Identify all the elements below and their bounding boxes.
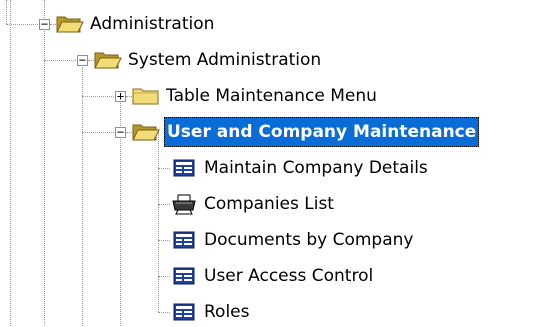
- tree-item-user-and-company-maintenance[interactable]: User and Company Maintenance: [164, 117, 480, 147]
- tree-item-maintain-company-details[interactable]: Maintain Company Details: [202, 153, 430, 183]
- folder-closed-icon[interactable]: [132, 85, 160, 107]
- form-icon[interactable]: [170, 157, 198, 179]
- tree-view[interactable]: − Administration − System Administration + Ta…: [0, 0, 547, 326]
- tree-guide-line: [158, 132, 159, 312]
- tree-guide-line: [10, 0, 11, 326]
- tree-guide-line: [6, 0, 7, 24]
- tree-item-user-access-control[interactable]: User Access Control: [202, 261, 375, 291]
- collapse-toggle-administration[interactable]: −: [39, 18, 50, 30]
- tree-item-companies-list[interactable]: Companies List: [202, 189, 336, 219]
- tree-item-documents-by-company[interactable]: Documents by Company: [202, 225, 415, 255]
- tree-connector: [158, 276, 170, 277]
- tree-connector: [44, 60, 76, 61]
- tree-item-administration[interactable]: Administration: [88, 9, 216, 39]
- tree-connector: [158, 168, 170, 169]
- tree-connector: [158, 240, 170, 241]
- tree-item-system-administration[interactable]: System Administration: [126, 45, 323, 75]
- tree-guide-line: [82, 60, 83, 326]
- form-icon[interactable]: [170, 229, 198, 251]
- tree-item-table-maintenance-menu[interactable]: Table Maintenance Menu: [164, 81, 379, 111]
- form-icon[interactable]: [170, 265, 198, 287]
- tree-connector: [82, 96, 114, 97]
- folder-open-icon[interactable]: [132, 121, 160, 143]
- folder-open-icon[interactable]: [56, 13, 84, 35]
- tree-guide-line: [44, 0, 45, 326]
- expand-toggle-table-maintenance-menu[interactable]: +: [115, 90, 126, 102]
- collapse-toggle-user-and-company-maintenance[interactable]: −: [115, 126, 126, 138]
- printer-icon[interactable]: [170, 193, 198, 215]
- tree-connector: [158, 204, 170, 205]
- collapse-toggle-system-administration[interactable]: −: [77, 54, 88, 66]
- tree-item-roles[interactable]: Roles: [202, 297, 252, 327]
- form-icon[interactable]: [170, 301, 198, 323]
- folder-open-icon[interactable]: [94, 49, 122, 71]
- tree-connector: [6, 24, 38, 25]
- tree-connector: [82, 132, 114, 133]
- tree-connector: [158, 312, 170, 313]
